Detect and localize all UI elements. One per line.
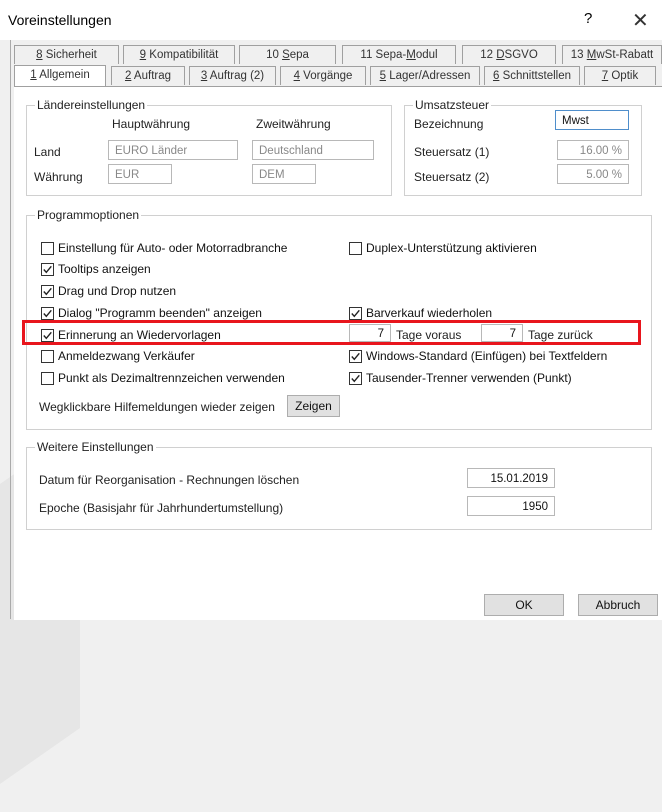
steuersatz2-label: Steuersatz (2) <box>414 170 490 184</box>
checkbox-label: Dialog "Programm beenden" anzeigen <box>58 306 262 320</box>
tab-kompatibilitaet[interactable]: 9 Kompatibilität <box>123 45 235 64</box>
checkbox-checked[interactable] <box>349 349 362 363</box>
tab-auftrag[interactable]: 2 Auftrag <box>111 66 185 85</box>
steuersatz1-label: Steuersatz (1) <box>414 145 490 159</box>
tab-mwst-rabatt[interactable]: 13 MwSt-Rabatt <box>562 45 662 64</box>
tab-label: wSt-Rabatt <box>596 49 654 61</box>
checkbox-checked[interactable] <box>349 371 362 385</box>
reorganisation-label: Datum für Reorganisation - Rechnungen lö… <box>39 473 300 487</box>
opt-windows-standard[interactable]: Windows-Standard (Einfügen) bei Textfeld… <box>349 349 607 363</box>
waehrung-haupt-field[interactable]: EUR <box>108 164 172 184</box>
tab-label: Optik <box>608 70 639 82</box>
checkbox-label: Barverkauf wiederholen <box>366 306 493 320</box>
hilfemeldungen-label: Wegklickbare Hilfemeldungen wieder zeige… <box>39 400 275 414</box>
land-haupt-field[interactable]: EURO Länder <box>108 140 238 160</box>
opt-tausender-trenner[interactable]: Tausender-Trenner verwenden (Punkt) <box>349 371 572 385</box>
tab-schnittstellen[interactable]: 6 Schnittstellen <box>484 66 580 85</box>
checkbox-checked[interactable] <box>41 284 54 298</box>
checkbox-unchecked[interactable] <box>349 241 362 255</box>
checkbox-label: Tausender-Trenner verwenden (Punkt) <box>366 371 572 385</box>
checkbox-label: Duplex-Unterstützung aktivieren <box>366 241 537 255</box>
tab-label: odul <box>415 49 438 61</box>
opt-auto-motorrad[interactable]: Einstellung für Auto- oder Motorradbranc… <box>41 241 287 255</box>
window-border <box>10 40 11 619</box>
opt-anmeldezwang[interactable]: Anmeldezwang Verkäufer <box>41 349 195 363</box>
zeigen-button[interactable]: Zeigen <box>287 395 340 417</box>
weitere-legend: Weitere Einstellungen <box>37 440 154 454</box>
tab-hotkey: M <box>406 49 416 61</box>
tab-label-pre: 10 <box>266 49 283 61</box>
ok-button[interactable]: OK <box>484 594 564 616</box>
col-zweitwaehrung: Zweitwährung <box>256 117 331 131</box>
tab-sepa-modul[interactable]: 11 Sepa-Modul <box>342 45 456 64</box>
help-button[interactable]: ? <box>584 10 592 27</box>
land-zweit-field[interactable]: Deutschland <box>252 140 374 160</box>
tab-label: epa <box>289 49 309 61</box>
tab-label: Allgemein <box>36 69 90 81</box>
tab-label: Lager/Adressen <box>386 70 471 82</box>
tab-auftrag-2[interactable]: 3 Auftrag (2) <box>189 66 276 85</box>
opt-duplex[interactable]: Duplex-Unterstützung aktivieren <box>349 241 537 255</box>
tab-sicherheit[interactable]: 8 Sicherheit <box>14 45 119 64</box>
checkbox-checked[interactable] <box>349 306 362 320</box>
epoche-label: Epoche (Basisjahr für Jahrhundertumstell… <box>39 501 284 515</box>
checkbox-label: Punkt als Dezimaltrennzeichen verwenden <box>58 371 285 385</box>
checkbox-label: Drag und Drop nutzen <box>58 284 177 298</box>
tab-allgemein[interactable]: 1 Allgemein <box>14 65 106 86</box>
close-icon[interactable]: ✕ <box>632 8 649 33</box>
abbruch-button[interactable]: Abbruch <box>578 594 658 616</box>
bezeichnung-field[interactable]: Mwst <box>555 110 629 130</box>
tab-label-pre: 13 <box>570 49 587 61</box>
bezeichnung-label: Bezeichnung <box>414 117 484 131</box>
waehrung-label: Währung <box>34 170 83 184</box>
checkbox-checked[interactable] <box>41 306 54 320</box>
opt-tooltips[interactable]: Tooltips anzeigen <box>41 262 151 276</box>
steuersatz2-field[interactable]: 5.00 % <box>557 164 629 184</box>
opt-barverkauf[interactable]: Barverkauf wiederholen <box>349 306 492 320</box>
land-label: Land <box>34 145 61 159</box>
tab-label: Kompatibilität <box>146 49 219 61</box>
window-title: Voreinstellungen <box>8 12 112 28</box>
tab-hotkey: S <box>282 49 290 61</box>
checkbox-unchecked[interactable] <box>41 371 54 385</box>
tab-sepa[interactable]: 10 Sepa <box>239 45 336 64</box>
checkbox-checked[interactable] <box>41 262 54 276</box>
tab-label: Auftrag (2) <box>207 70 265 82</box>
col-hauptwaehrung: Hauptwährung <box>112 117 191 131</box>
tab-label: Auftrag <box>131 70 172 82</box>
tab-optik[interactable]: 7 Optik <box>584 66 656 85</box>
checkbox-unchecked[interactable] <box>41 241 54 255</box>
umsatzsteuer-legend: Umsatzsteuer <box>415 98 490 112</box>
waehrung-zweit-field[interactable]: DEM <box>252 164 316 184</box>
opt-programm-beenden[interactable]: Dialog "Programm beenden" anzeigen <box>41 306 262 320</box>
tab-dsgvo[interactable]: 12 DSGVO <box>462 45 556 64</box>
highlight-box <box>22 320 641 345</box>
checkbox-label: Tooltips anzeigen <box>58 262 151 276</box>
tab-label-pre: 12 <box>480 49 497 61</box>
tab-label-pre: 11 Sepa- <box>360 49 407 61</box>
tab-lager-adressen[interactable]: 5 Lager/Adressen <box>370 66 480 85</box>
reorganisation-field[interactable]: 15.01.2019 <box>467 468 555 488</box>
checkbox-unchecked[interactable] <box>41 349 54 363</box>
opt-drag-drop[interactable]: Drag und Drop nutzen <box>41 284 176 298</box>
epoche-field[interactable]: 1950 <box>467 496 555 516</box>
checkbox-label: Anmeldezwang Verkäufer <box>58 349 195 363</box>
steuersatz1-field[interactable]: 16.00 % <box>557 140 629 160</box>
tab-hotkey: M <box>586 49 597 61</box>
tab-label: Vorgänge <box>299 70 353 82</box>
laender-legend: Ländereinstellungen <box>37 98 146 112</box>
checkbox-label: Einstellung für Auto- oder Motorradbranc… <box>58 241 288 255</box>
checkbox-label: Windows-Standard (Einfügen) bei Textfeld… <box>366 349 608 363</box>
tab-label: Schnittstellen <box>499 70 571 82</box>
tab-label: Sicherheit <box>42 49 97 61</box>
tab-label: SGVO <box>504 49 538 61</box>
tab-vorgaenge[interactable]: 4 Vorgänge <box>280 66 366 85</box>
programmoptionen-legend: Programmoptionen <box>37 208 140 222</box>
opt-punkt-dezimal[interactable]: Punkt als Dezimaltrennzeichen verwenden <box>41 371 285 385</box>
tab-hotkey: D <box>496 49 505 61</box>
